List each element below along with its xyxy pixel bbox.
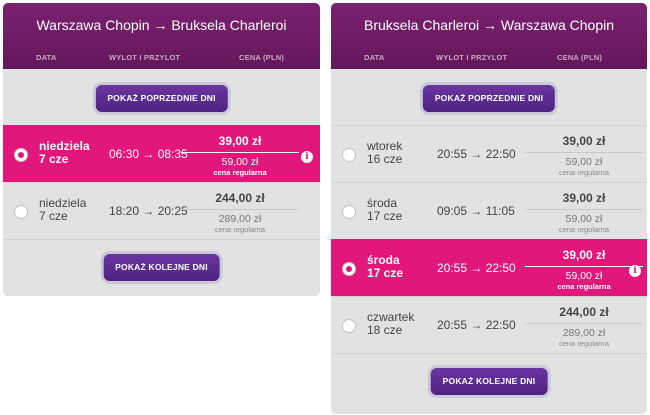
outbound-column-headers: DATA WYLOT I PRZYLOT CENA (PLN) (3, 49, 320, 69)
promo-price: 244,00 zł (215, 191, 265, 205)
return-show-previous-days-button[interactable]: POKAŻ POPRZEDNIE DNI (422, 85, 556, 112)
flight-price: 39,00 zł 59,00 zł cena regularna (181, 132, 299, 178)
price-divider (525, 323, 643, 324)
flight-price: 39,00 zł 59,00 zł cena regularna (525, 132, 643, 178)
flight-times: 18:20 → 20:25 (109, 204, 188, 218)
price-divider (525, 209, 643, 210)
flight-date: czwartek 18 cze (367, 311, 414, 337)
flight-radio[interactable] (342, 205, 356, 219)
flight-date: środa 17 cze (367, 254, 403, 280)
flight-day-month: 18 cze (367, 323, 403, 337)
promo-price: 39,00 zł (218, 134, 262, 148)
return-header: Bruksela Charleroi → Warszawa Chopin DAT… (331, 3, 647, 69)
flight-date: niedziela 7 cze (39, 140, 90, 166)
outbound-next-row: POKAŻ KOLEJNE DNI (3, 239, 320, 295)
flight-radio[interactable] (342, 148, 356, 162)
outbound-prev-row: POKAŻ POPRZEDNIE DNI (3, 69, 320, 125)
regular-price-label: cena regularna (558, 168, 610, 177)
return-show-next-days-button[interactable]: POKAŻ KOLEJNE DNI (430, 368, 548, 395)
flight-radio[interactable] (342, 319, 356, 333)
info-icon[interactable]: i (629, 265, 641, 277)
flight-times: 20:55 → 22:50 (437, 147, 516, 161)
flight-times: 09:05 → 11:05 (437, 204, 515, 218)
promo-price: 39,00 zł (562, 248, 606, 262)
flight-price: 244,00 zł 289,00 zł cena regularna (181, 189, 299, 235)
info-icon[interactable]: i (301, 151, 313, 163)
price-divider (181, 152, 299, 153)
flight-date: wtorek 16 cze (367, 140, 402, 166)
return-panel: Bruksela Charleroi → Warszawa Chopin DAT… (331, 3, 647, 414)
flight-day-month: 16 cze (367, 152, 403, 166)
flight-date: środa 17 cze (367, 197, 402, 223)
flight-row[interactable]: środa 17 cze 09:05 → 11:05 39,00 zł 59,0… (331, 182, 647, 239)
column-date: DATA (36, 53, 57, 62)
flight-price: 39,00 zł 59,00 zł cena regularna (525, 246, 643, 292)
return-column-headers: DATA WYLOT I PRZYLOT CENA (PLN) (331, 49, 647, 69)
price-divider (181, 209, 299, 210)
regular-price-label: cena regularna (213, 168, 267, 177)
column-price: CENA (PLN) (557, 53, 603, 62)
regular-price-label: cena regularna (214, 225, 266, 234)
outbound-route-title: Warszawa Chopin → Bruksela Charleroi (36, 17, 287, 33)
flight-day-month: 17 cze (367, 266, 404, 280)
flight-row[interactable]: czwartek 18 cze 20:55 → 22:50 244,00 zł … (331, 296, 647, 353)
regular-price: 59,00 zł (565, 156, 603, 168)
outbound-header: Warszawa Chopin → Bruksela Charleroi DAT… (3, 3, 320, 69)
flight-radio[interactable] (14, 205, 28, 219)
flight-day-month: 7 cze (39, 209, 68, 223)
regular-price-label: cena regularna (557, 282, 611, 291)
flight-row[interactable]: niedziela 7 cze 06:30 → 08:35 39,00 zł 5… (3, 125, 320, 182)
flight-row[interactable]: niedziela 7 cze 18:20 → 20:25 244,00 zł … (3, 182, 320, 239)
flight-day-month: 7 cze (39, 152, 69, 166)
outbound-show-previous-days-button[interactable]: POKAŻ POPRZEDNIE DNI (95, 85, 228, 112)
price-divider (525, 152, 643, 153)
promo-price: 244,00 zł (559, 305, 609, 319)
regular-price: 59,00 zł (565, 270, 603, 282)
promo-price: 39,00 zł (562, 191, 606, 205)
flight-price: 244,00 zł 289,00 zł cena regularna (525, 303, 643, 349)
flight-row[interactable]: środa 17 cze 20:55 → 22:50 39,00 zł 59,0… (331, 239, 647, 296)
regular-price: 59,00 zł (221, 156, 259, 168)
return-prev-row: POKAŻ POPRZEDNIE DNI (331, 69, 647, 125)
promo-price: 39,00 zł (562, 134, 606, 148)
column-times: WYLOT I PRZYLOT (109, 53, 181, 62)
flight-times: 06:30 → 08:35 (109, 147, 188, 161)
column-times: WYLOT I PRZYLOT (436, 53, 508, 62)
regular-price: 289,00 zł (218, 213, 262, 225)
outbound-show-next-days-button[interactable]: POKAŻ KOLEJNE DNI (103, 254, 220, 281)
column-date: DATA (364, 53, 385, 62)
flight-times: 20:55 → 22:50 (437, 261, 516, 275)
regular-price-label: cena regularna (558, 339, 610, 348)
regular-price-label: cena regularna (558, 225, 610, 234)
outbound-panel: Warszawa Chopin → Bruksela Charleroi DAT… (3, 3, 320, 296)
return-next-row: POKAŻ KOLEJNE DNI (331, 353, 647, 409)
flight-radio[interactable] (14, 148, 28, 162)
flight-times: 20:55 → 22:50 (437, 318, 516, 332)
flight-row[interactable]: wtorek 16 cze 20:55 → 22:50 39,00 zł 59,… (331, 125, 647, 182)
regular-price: 59,00 zł (565, 213, 603, 225)
price-divider (525, 266, 643, 267)
flight-radio[interactable] (342, 262, 356, 276)
flight-day-month: 17 cze (367, 209, 403, 223)
return-route-title: Bruksela Charleroi → Warszawa Chopin (363, 17, 615, 33)
flight-price: 39,00 zł 59,00 zł cena regularna (525, 189, 643, 235)
column-price: CENA (PLN) (239, 53, 285, 62)
flight-date: niedziela 7 cze (39, 197, 86, 223)
regular-price: 289,00 zł (562, 327, 606, 339)
